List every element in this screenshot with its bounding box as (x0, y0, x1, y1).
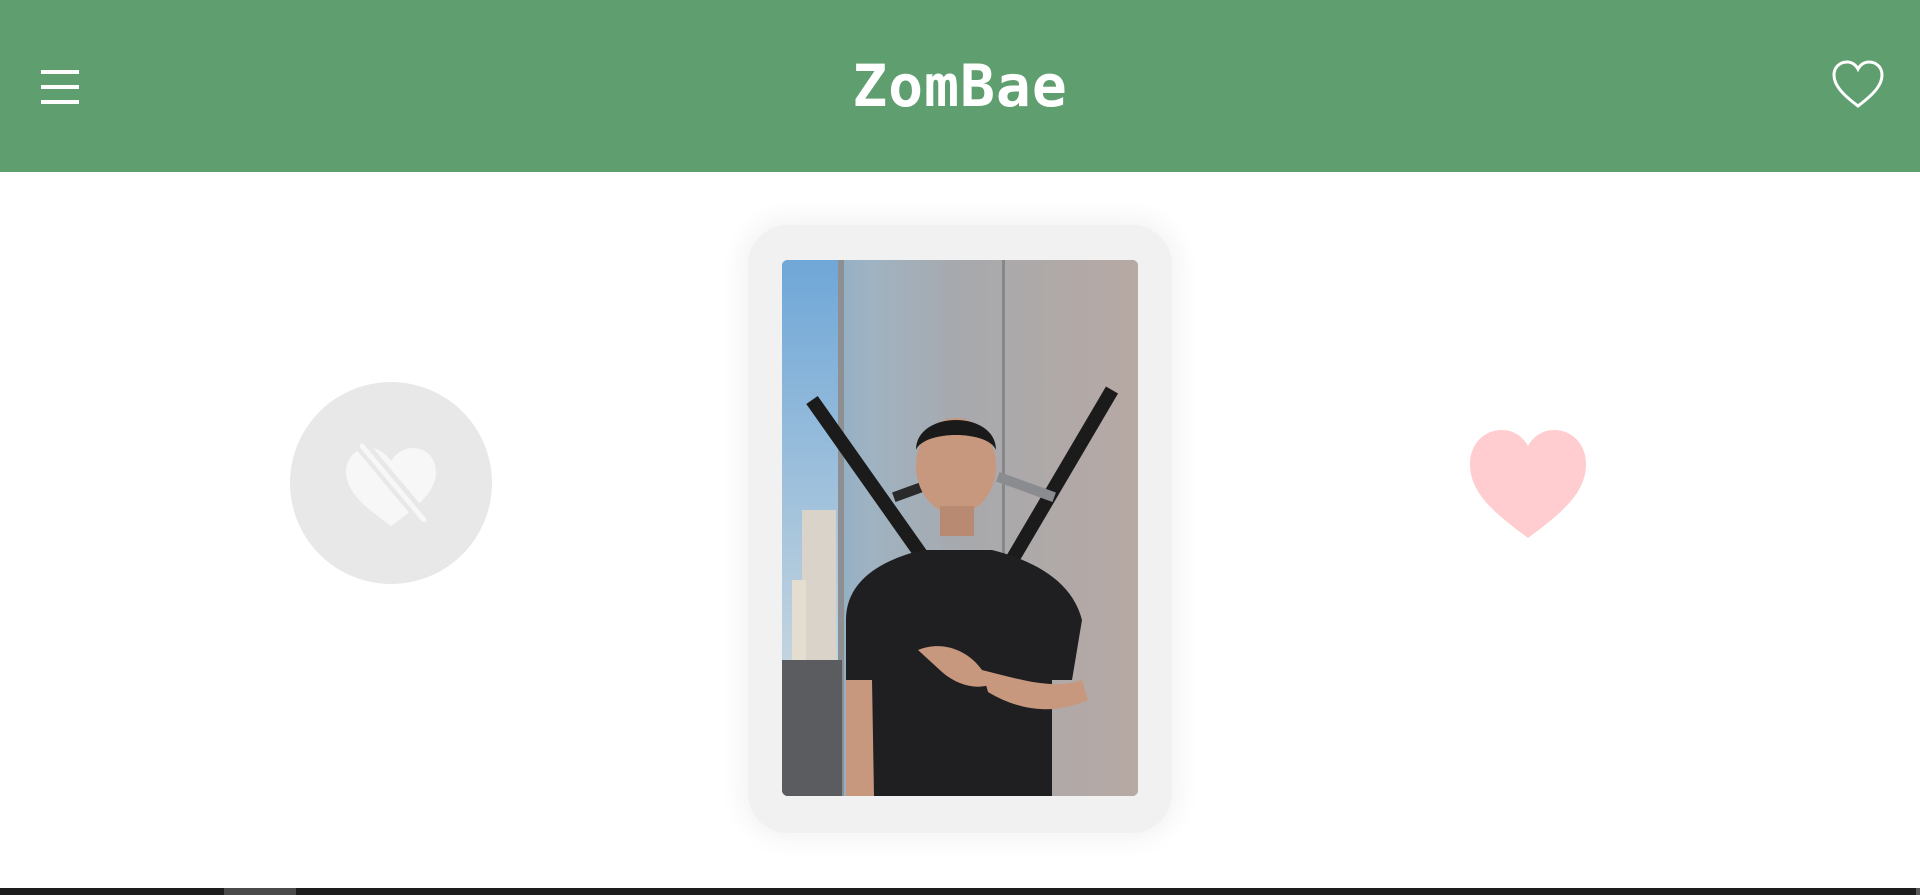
heart-outline-icon (1832, 60, 1884, 108)
scrollbar-end (1916, 888, 1920, 895)
favorites-button[interactable] (1830, 58, 1886, 112)
app-title: ZomBae (852, 52, 1068, 120)
scrollbar-thumb[interactable] (224, 888, 296, 895)
dislike-button[interactable] (290, 382, 492, 584)
app-header: ZomBae (0, 0, 1920, 172)
card-stage (0, 172, 1920, 888)
profile-card[interactable] (782, 260, 1138, 796)
heart-filled-icon (1470, 430, 1586, 538)
heart-slash-icon (346, 441, 436, 529)
like-button[interactable] (1462, 422, 1594, 542)
profile-photo (782, 260, 1138, 796)
